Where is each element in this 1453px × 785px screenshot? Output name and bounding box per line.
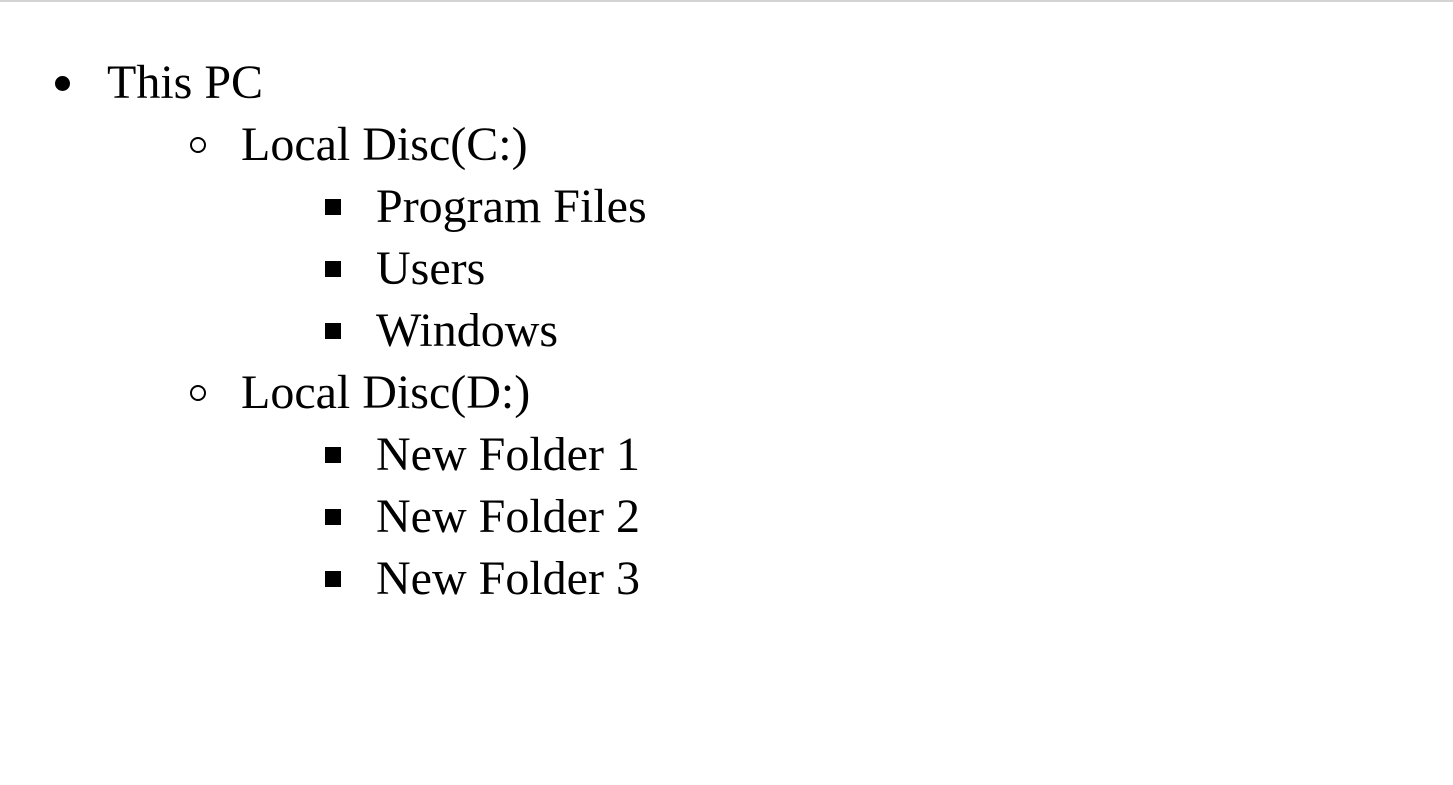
- bullet-circle-icon: [190, 385, 206, 401]
- tree-item-new-folder-1[interactable]: New Folder 1: [0, 424, 1453, 486]
- top-border: [0, 0, 1453, 2]
- bullet-square-icon: [325, 199, 341, 215]
- bullet-square-icon: [325, 509, 341, 525]
- tree-item-label: Users: [376, 242, 486, 295]
- tree-item-program-files[interactable]: Program Files: [0, 176, 1453, 238]
- bullet-disc-icon: [55, 76, 70, 91]
- tree-item-label: This PC: [107, 56, 264, 109]
- tree-item-local-disc-c[interactable]: Local Disc(C:): [0, 114, 1453, 176]
- tree-item-label: New Folder 3: [376, 552, 640, 605]
- bullet-circle-icon: [190, 137, 206, 153]
- bullet-square-icon: [325, 447, 341, 463]
- tree-item-label: Windows: [376, 304, 559, 357]
- tree-item-new-folder-2[interactable]: New Folder 2: [0, 486, 1453, 548]
- tree-item-users[interactable]: Users: [0, 238, 1453, 300]
- tree-item-new-folder-3[interactable]: New Folder 3: [0, 548, 1453, 610]
- tree-item-label: Local Disc(D:): [241, 366, 531, 419]
- tree-item-label: Local Disc(C:): [241, 118, 528, 171]
- bullet-square-icon: [325, 323, 341, 339]
- tree-item-label: Program Files: [376, 180, 647, 233]
- tree-item-label: New Folder 1: [376, 428, 640, 481]
- tree-item-windows[interactable]: Windows: [0, 300, 1453, 362]
- bullet-square-icon: [325, 571, 341, 587]
- folder-tree: This PC Local Disc(C:) Program Files Use…: [0, 52, 1453, 610]
- tree-item-local-disc-d[interactable]: Local Disc(D:): [0, 362, 1453, 424]
- bullet-square-icon: [325, 261, 341, 277]
- tree-item-label: New Folder 2: [376, 490, 640, 543]
- tree-item-this-pc[interactable]: This PC: [0, 52, 1453, 114]
